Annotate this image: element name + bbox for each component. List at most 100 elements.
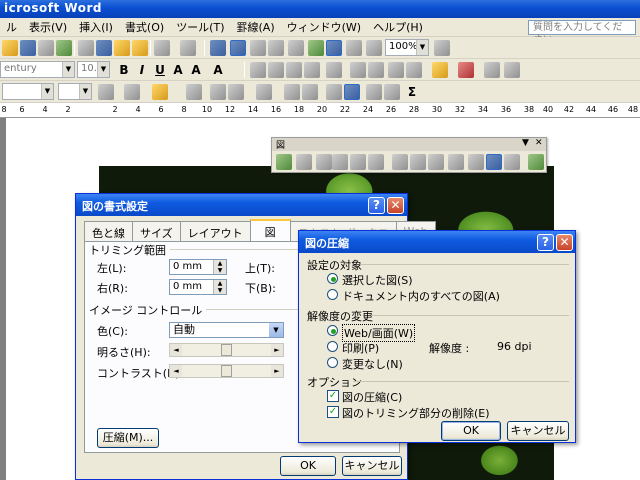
contrast-slider[interactable]: ◄ ► bbox=[169, 364, 284, 378]
menu-view[interactable]: 表示(V) bbox=[23, 19, 73, 35]
char-border-icon[interactable]: A bbox=[170, 62, 186, 78]
target-selected-radio[interactable] bbox=[327, 273, 338, 284]
text-wrapping-icon[interactable] bbox=[468, 154, 484, 170]
insert-table-icon[interactable] bbox=[250, 40, 266, 56]
format-cancel-button[interactable]: キャンセル bbox=[342, 456, 402, 476]
save-icon[interactable] bbox=[20, 40, 36, 56]
border-color-icon[interactable] bbox=[98, 84, 114, 100]
arrow-right-icon[interactable]: ► bbox=[271, 365, 283, 377]
tab-picture[interactable]: 図 bbox=[249, 219, 291, 241]
bold-icon[interactable]: B bbox=[116, 62, 132, 78]
less-brightness-icon[interactable] bbox=[368, 154, 384, 170]
distribute-columns-icon[interactable] bbox=[302, 84, 318, 100]
line-style-icon[interactable] bbox=[428, 154, 444, 170]
borders-icon[interactable] bbox=[124, 84, 140, 100]
chevron-down-icon[interactable]: ▼ bbox=[416, 40, 428, 55]
menu-format[interactable]: 書式(O) bbox=[119, 19, 170, 35]
rotate-icon[interactable] bbox=[410, 154, 426, 170]
less-contrast-icon[interactable] bbox=[332, 154, 348, 170]
italic-icon[interactable]: I bbox=[134, 62, 150, 78]
slider-thumb[interactable] bbox=[221, 365, 232, 377]
menu-help[interactable]: ヘルプ(H) bbox=[367, 19, 429, 35]
more-brightness-icon[interactable] bbox=[350, 154, 366, 170]
crop-left-spinner[interactable]: 0 mm ▲ ▼ bbox=[169, 259, 227, 275]
align-right-icon[interactable] bbox=[286, 62, 302, 78]
align-center-icon[interactable] bbox=[268, 62, 284, 78]
res-print-radio[interactable] bbox=[327, 341, 338, 352]
font-name-combo[interactable]: entury ▼ bbox=[0, 61, 75, 78]
res-web-radio[interactable] bbox=[327, 325, 338, 336]
insert-excel-icon[interactable] bbox=[268, 40, 284, 56]
undo-icon[interactable] bbox=[154, 40, 170, 56]
compress-ok-button[interactable]: OK bbox=[441, 421, 501, 441]
target-selected-label[interactable]: 選択した図(S) bbox=[342, 272, 413, 288]
bullets-icon[interactable] bbox=[368, 62, 384, 78]
format-picture-icon[interactable] bbox=[486, 154, 502, 170]
opt-delete-crop-checkbox[interactable]: ✓ bbox=[327, 406, 339, 418]
help-icon[interactable]: ? bbox=[537, 234, 554, 251]
print-preview-icon[interactable] bbox=[38, 40, 54, 56]
shading-color-icon[interactable] bbox=[152, 84, 168, 100]
brightness-slider[interactable]: ◄ ► bbox=[169, 343, 284, 357]
align-justify-icon[interactable] bbox=[250, 62, 266, 78]
font-size-combo[interactable]: 10.5 ▼ bbox=[77, 61, 110, 78]
reset-picture-icon[interactable] bbox=[528, 154, 544, 170]
tab-colors-lines[interactable]: 色と線 bbox=[84, 221, 133, 241]
arrow-left-icon[interactable]: ◄ bbox=[170, 365, 182, 377]
chevron-down-icon[interactable]: ▼ bbox=[62, 62, 74, 77]
opt-compress-label[interactable]: 図の圧縮(C) bbox=[342, 389, 402, 405]
distribute-rows-icon[interactable] bbox=[284, 84, 300, 100]
arrow-left-icon[interactable]: ◄ bbox=[170, 344, 182, 356]
open-icon[interactable] bbox=[2, 40, 18, 56]
picture-toolbar-header[interactable]: 図 ▼ ✕ bbox=[272, 138, 546, 151]
columns-icon[interactable] bbox=[288, 40, 304, 56]
insert-picture-icon[interactable] bbox=[276, 154, 292, 170]
menu-window[interactable]: ウィンドウ(W) bbox=[281, 19, 367, 35]
show-hide-icon[interactable] bbox=[346, 40, 362, 56]
drawing-icon[interactable] bbox=[308, 40, 324, 56]
distribute-icon[interactable] bbox=[304, 62, 320, 78]
chevron-down-icon[interactable]: ▼ bbox=[522, 138, 529, 148]
paste-icon[interactable] bbox=[114, 40, 130, 56]
opt-delete-crop-label[interactable]: 図のトリミング部分の削除(E) bbox=[342, 405, 490, 421]
read-icon[interactable] bbox=[366, 40, 382, 56]
char-shading-icon[interactable]: A bbox=[188, 62, 204, 78]
chevron-down-icon[interactable]: ▼ bbox=[79, 84, 91, 99]
more-contrast-icon[interactable] bbox=[316, 154, 332, 170]
autofit-icon[interactable] bbox=[344, 84, 360, 100]
res-print-label[interactable]: 印刷(P) bbox=[342, 340, 379, 356]
split-cells-icon[interactable] bbox=[228, 84, 244, 100]
close-icon[interactable]: ✕ bbox=[387, 197, 404, 214]
char-scale-icon[interactable]: A bbox=[210, 62, 226, 78]
line-spacing-icon[interactable] bbox=[326, 62, 342, 78]
highlight-icon[interactable] bbox=[432, 62, 448, 78]
chevron-down-icon[interactable]: ▼ bbox=[41, 84, 53, 99]
numbering-icon[interactable] bbox=[350, 62, 366, 78]
menu-file[interactable]: ル bbox=[0, 19, 23, 35]
copy-icon[interactable] bbox=[96, 40, 112, 56]
set-transparent-color-icon[interactable] bbox=[504, 154, 520, 170]
arrow-right-icon[interactable]: ► bbox=[271, 344, 283, 356]
insert-table-icon[interactable] bbox=[186, 84, 202, 100]
compress-dialog-titlebar[interactable]: 図の圧縮 ? ✕ bbox=[299, 231, 575, 253]
res-none-label[interactable]: 変更なし(N) bbox=[342, 356, 403, 372]
compress-cancel-button[interactable]: キャンセル bbox=[507, 421, 569, 441]
tables-borders-icon[interactable] bbox=[230, 40, 246, 56]
spelling-icon[interactable] bbox=[56, 40, 72, 56]
line-weight-combo[interactable]: ▼ bbox=[58, 83, 92, 100]
color-select[interactable]: 自動 ▼ bbox=[169, 322, 284, 338]
help-icon[interactable] bbox=[434, 40, 450, 56]
document-map-icon[interactable] bbox=[326, 40, 342, 56]
redo-icon[interactable] bbox=[180, 40, 196, 56]
tab-size[interactable]: サイズ bbox=[132, 221, 181, 241]
phonetic-guide-icon[interactable] bbox=[484, 62, 500, 78]
chevron-down-icon[interactable]: ▼ bbox=[269, 323, 283, 337]
horizontal-ruler[interactable]: 8 6 4 2 2 4 6 8 10 12 14 16 18 20 22 24 … bbox=[0, 102, 640, 118]
slider-thumb[interactable] bbox=[221, 344, 232, 356]
close-icon[interactable]: ✕ bbox=[535, 138, 543, 148]
zoom-combo[interactable]: 100% ▼ bbox=[385, 39, 429, 56]
font-color-icon[interactable] bbox=[458, 62, 474, 78]
sort-descending-icon[interactable] bbox=[384, 84, 400, 100]
target-all-label[interactable]: ドキュメント内のすべての図(A) bbox=[342, 288, 500, 304]
table-autoformat-icon[interactable] bbox=[326, 84, 342, 100]
